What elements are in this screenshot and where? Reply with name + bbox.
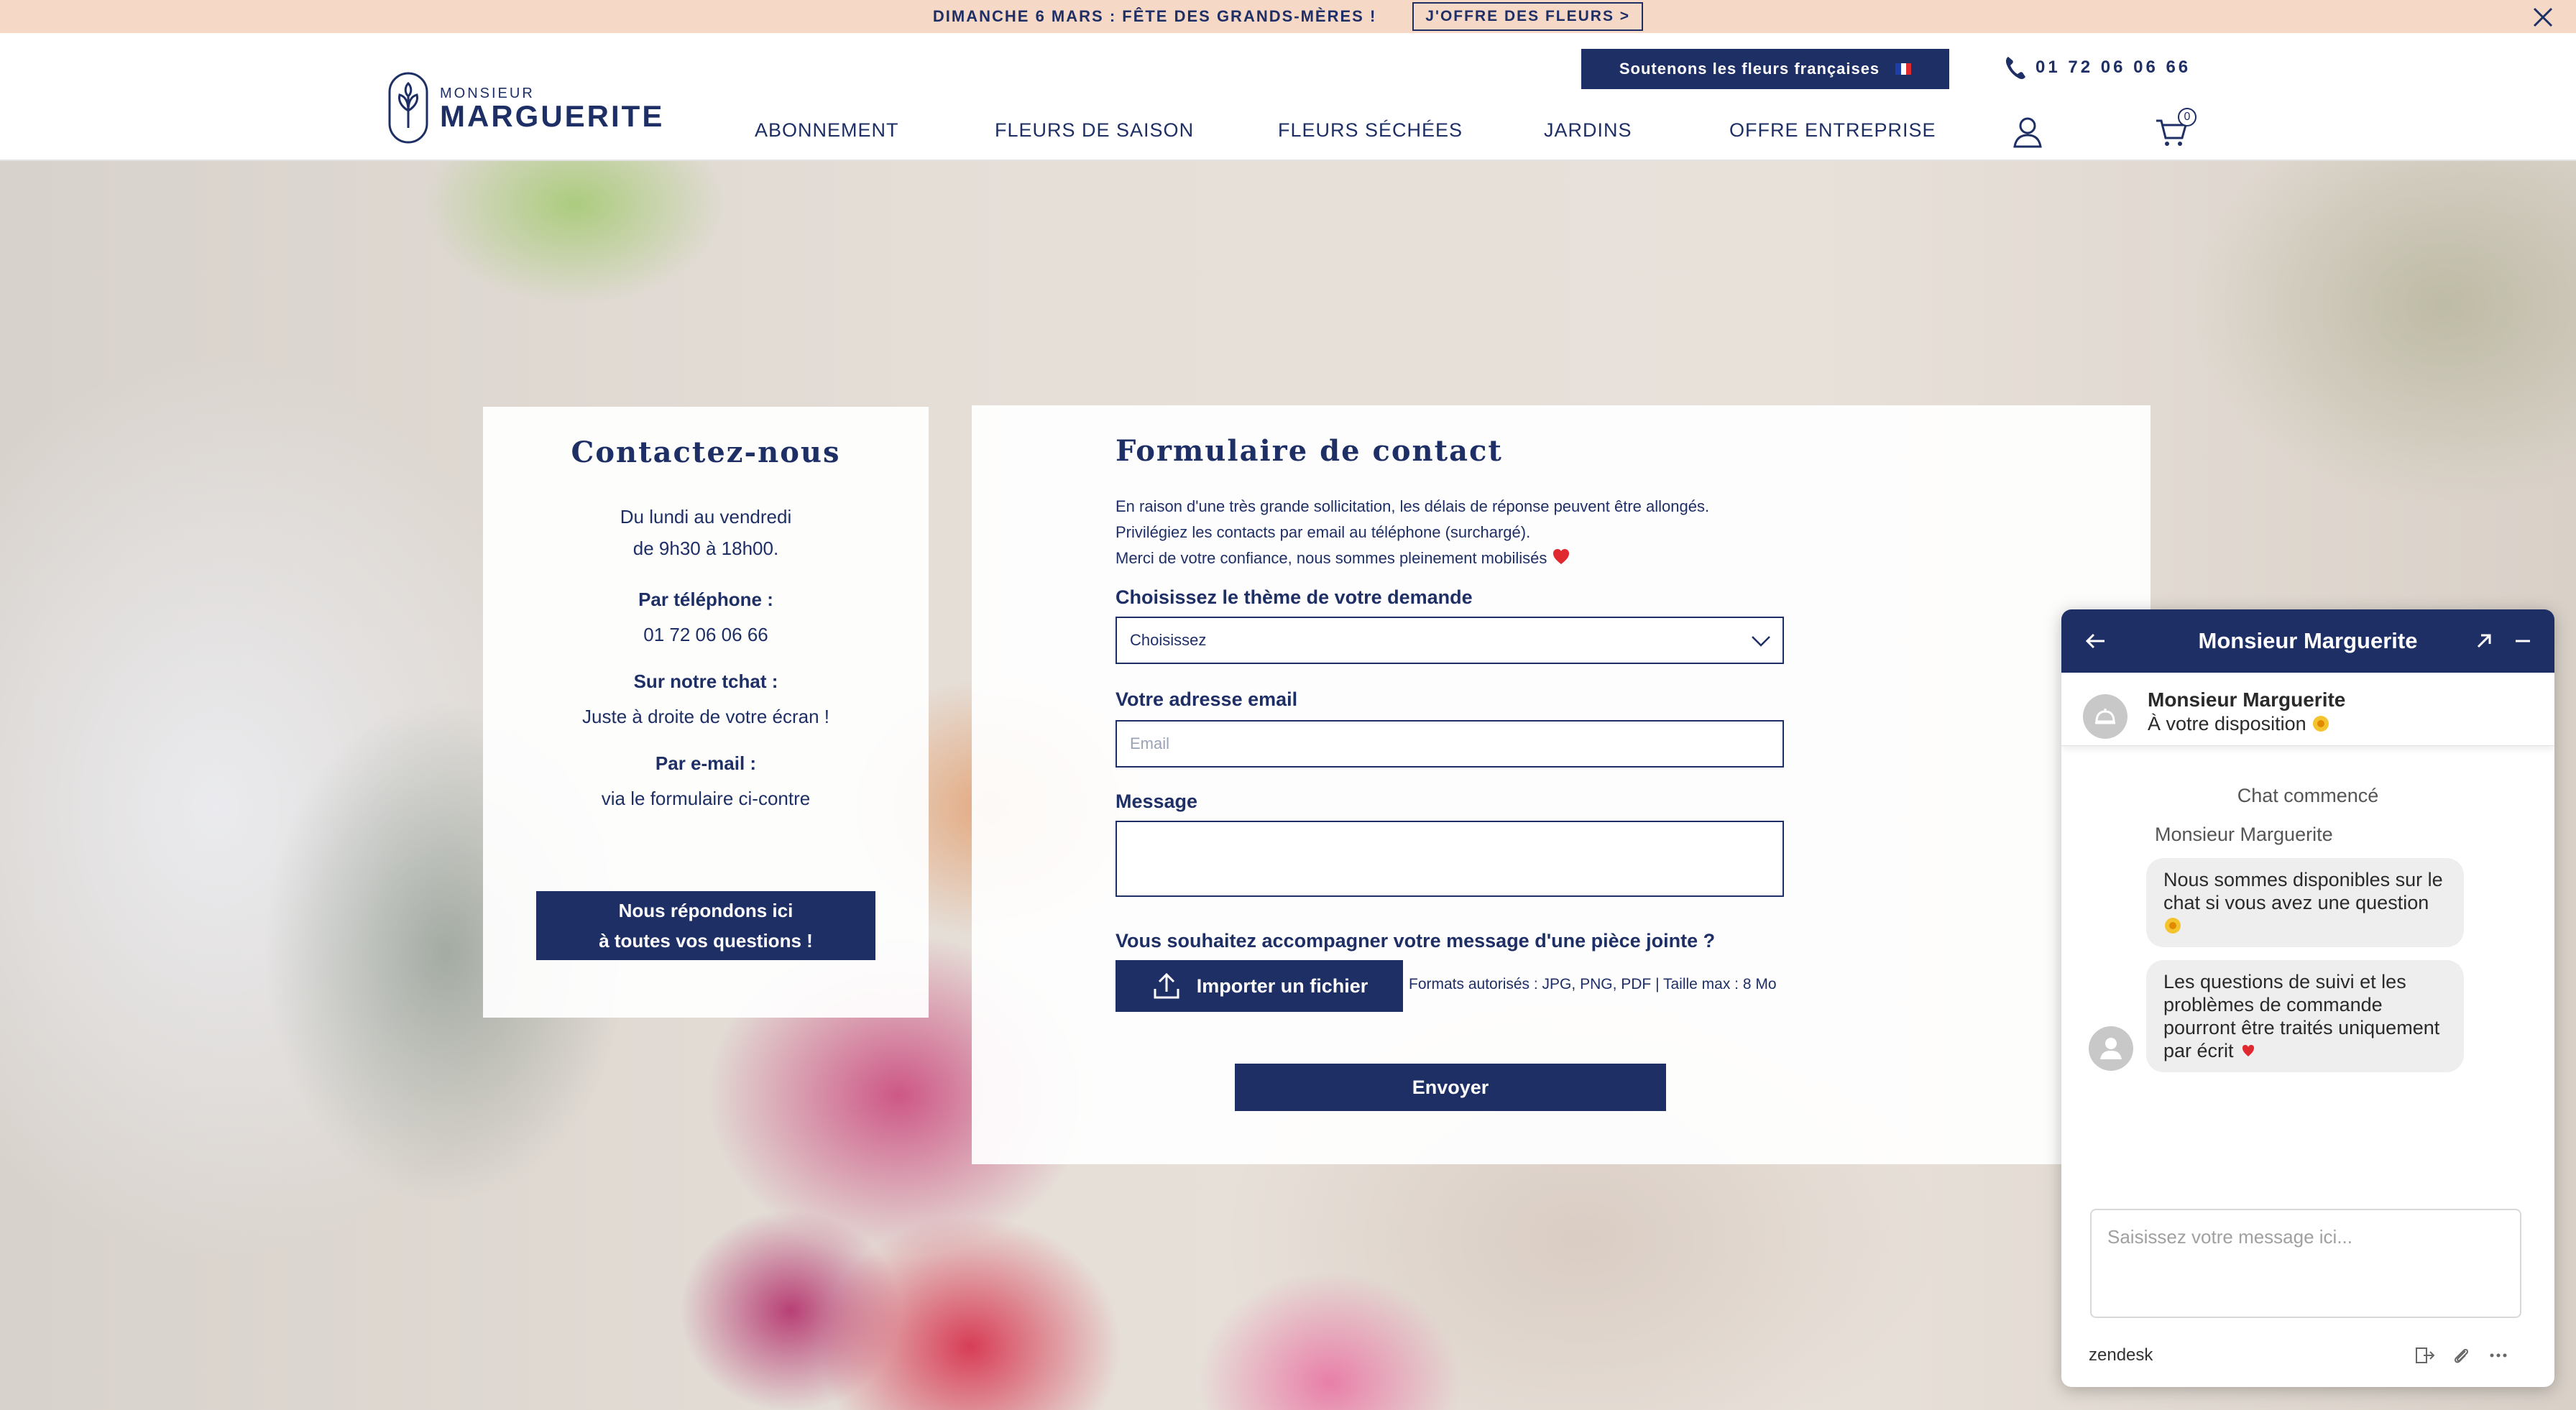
theme-select-value: Choisissez [1130,631,1207,649]
end-chat-icon[interactable] [2414,1344,2437,1367]
header-phone[interactable]: 01 72 06 06 66 [2004,55,2191,80]
contact-title: Contactez-nous [571,436,841,469]
chat-agent-bar: Monsieur Marguerite À votre disposition [2061,673,2554,746]
chat-header: Monsieur Marguerite [2061,609,2554,673]
upload-label: Importer un fichier [1196,974,1368,997]
email-value: via le formulaire ci-contre [601,788,811,809]
upload-icon [1154,972,1179,999]
upload-file-button[interactable]: Importer un fichier [1116,960,1403,1012]
support-french-flowers-button[interactable]: Soutenons les fleurs françaises [1581,49,1949,89]
nav-item-fleurs-de-saison[interactable]: FLEURS DE SAISON [995,119,1194,142]
email-placeholder: Email [1130,734,1170,752]
zendesk-brand: zendesk [2089,1345,2153,1365]
intro-line-1: En raison d'une très grande sollicitatio… [1116,497,1710,515]
intro-line-2: Privilégiez les contacts par email au té… [1116,523,1531,541]
hours-line-1: Du lundi au vendredi [620,506,792,527]
minimize-icon[interactable] [2510,628,2536,654]
site-header: MONSIEUR MARGUERITE Soutenons les fleurs… [0,33,2576,161]
intro-line-3: Merci de votre confiance, nous sommes pl… [1116,549,1547,567]
close-icon[interactable] [2530,4,2556,30]
phone-label: Par téléphone : [638,589,773,610]
promo-text: DIMANCHE 6 MARS : FÊTE DES GRANDS-MÈRES … [932,7,1377,25]
account-icon[interactable] [2010,114,2046,149]
message-field[interactable] [1116,821,1784,897]
hours-line-2: de 9h30 à 18h00. [632,538,779,559]
send-button[interactable]: Envoyer [1235,1064,1666,1111]
form-title: Formulaire de contact [1116,434,1503,468]
flower-emoji-icon [2313,716,2329,732]
nav-item-abonnement[interactable]: ABONNEMENT [755,119,899,142]
message-label: Message [1116,791,1198,812]
reply-line-2: à toutes vos questions ! [599,930,813,951]
phone-icon [2005,57,2025,80]
agent-status: À votre disposition [2148,713,2330,735]
chat-message-input[interactable]: Saisissez votre message ici... [2090,1209,2521,1318]
attachment-icon[interactable] [2450,1344,2472,1367]
reply-here-button[interactable]: Nous répondons ici à toutes vos question… [536,891,875,960]
nav-item-jardins[interactable]: JARDINS [1544,119,1632,142]
contact-info-card: Contactez-nous Du lundi au vendredi de 9… [483,407,929,1018]
chat-widget: Monsieur Marguerite Monsieur Marguerite … [2061,609,2554,1387]
agent-status-text: À votre disposition [2148,713,2306,734]
attachment-label: Vous souhaitez accompagner votre message… [1116,930,1716,951]
agent-avatar-small [2089,1026,2133,1071]
form-intro: En raison d'une très grande sollicitatio… [1116,494,2036,571]
chat-message-1: Nous sommes disponibles sur le chat si v… [2146,858,2464,947]
heart-icon [1552,549,1569,564]
promo-cta-button[interactable]: J'OFFRE DES FLEURS > [1412,2,1644,31]
support-label: Soutenons les fleurs françaises [1619,60,1880,78]
reply-line-1: Nous répondons ici [618,900,794,921]
cart-count-badge: 0 [2178,108,2196,126]
email-label: Par e-mail : [655,752,757,774]
email-field-label: Votre adresse email [1116,688,1298,710]
chat-message-2-text: Les questions de suivi et les problèmes … [2163,971,2440,1061]
chevron-down-icon [1752,636,1770,647]
popout-icon[interactable] [2471,628,2497,654]
promo-bar: DIMANCHE 6 MARS : FÊTE DES GRANDS-MÈRES … [0,0,2576,33]
flower-emoji-icon [2165,918,2181,934]
chat-started-label: Chat commencé [2237,785,2379,806]
chat-message-1-text: Nous sommes disponibles sur le chat si v… [2163,869,2443,913]
nav-item-offre-entreprise[interactable]: OFFRE ENTREPRISE [1729,119,1936,142]
chat-message-2: Les questions de suivi et les problèmes … [2146,960,2464,1072]
phone-value: 01 72 06 06 66 [643,624,768,645]
theme-select[interactable]: Choisissez [1116,617,1784,664]
message-sender: Monsieur Marguerite [2155,824,2333,845]
phone-number: 01 72 06 06 66 [2036,57,2191,77]
chat-input-placeholder: Saisissez votre message ici... [2107,1226,2353,1248]
contact-form-card: Formulaire de contact En raison d'une tr… [972,405,2150,1164]
chat-label: Sur notre tchat : [633,671,778,692]
theme-label: Choisissez le thème de votre demande [1116,586,1473,608]
upload-formats: Formats autorisés : JPG, PNG, PDF | Tail… [1409,976,1777,992]
french-flag-icon [1895,63,1912,75]
more-options-icon[interactable] [2487,1344,2510,1367]
nav-item-fleurs-sechees[interactable]: FLEURS SÉCHÉES [1278,119,1463,142]
agent-avatar [2083,694,2128,739]
heart-icon [2242,1045,2255,1056]
chat-value: Juste à droite de votre écran ! [582,706,829,727]
agent-name: Monsieur Marguerite [2148,688,2346,711]
email-field[interactable]: Email [1116,720,1784,768]
